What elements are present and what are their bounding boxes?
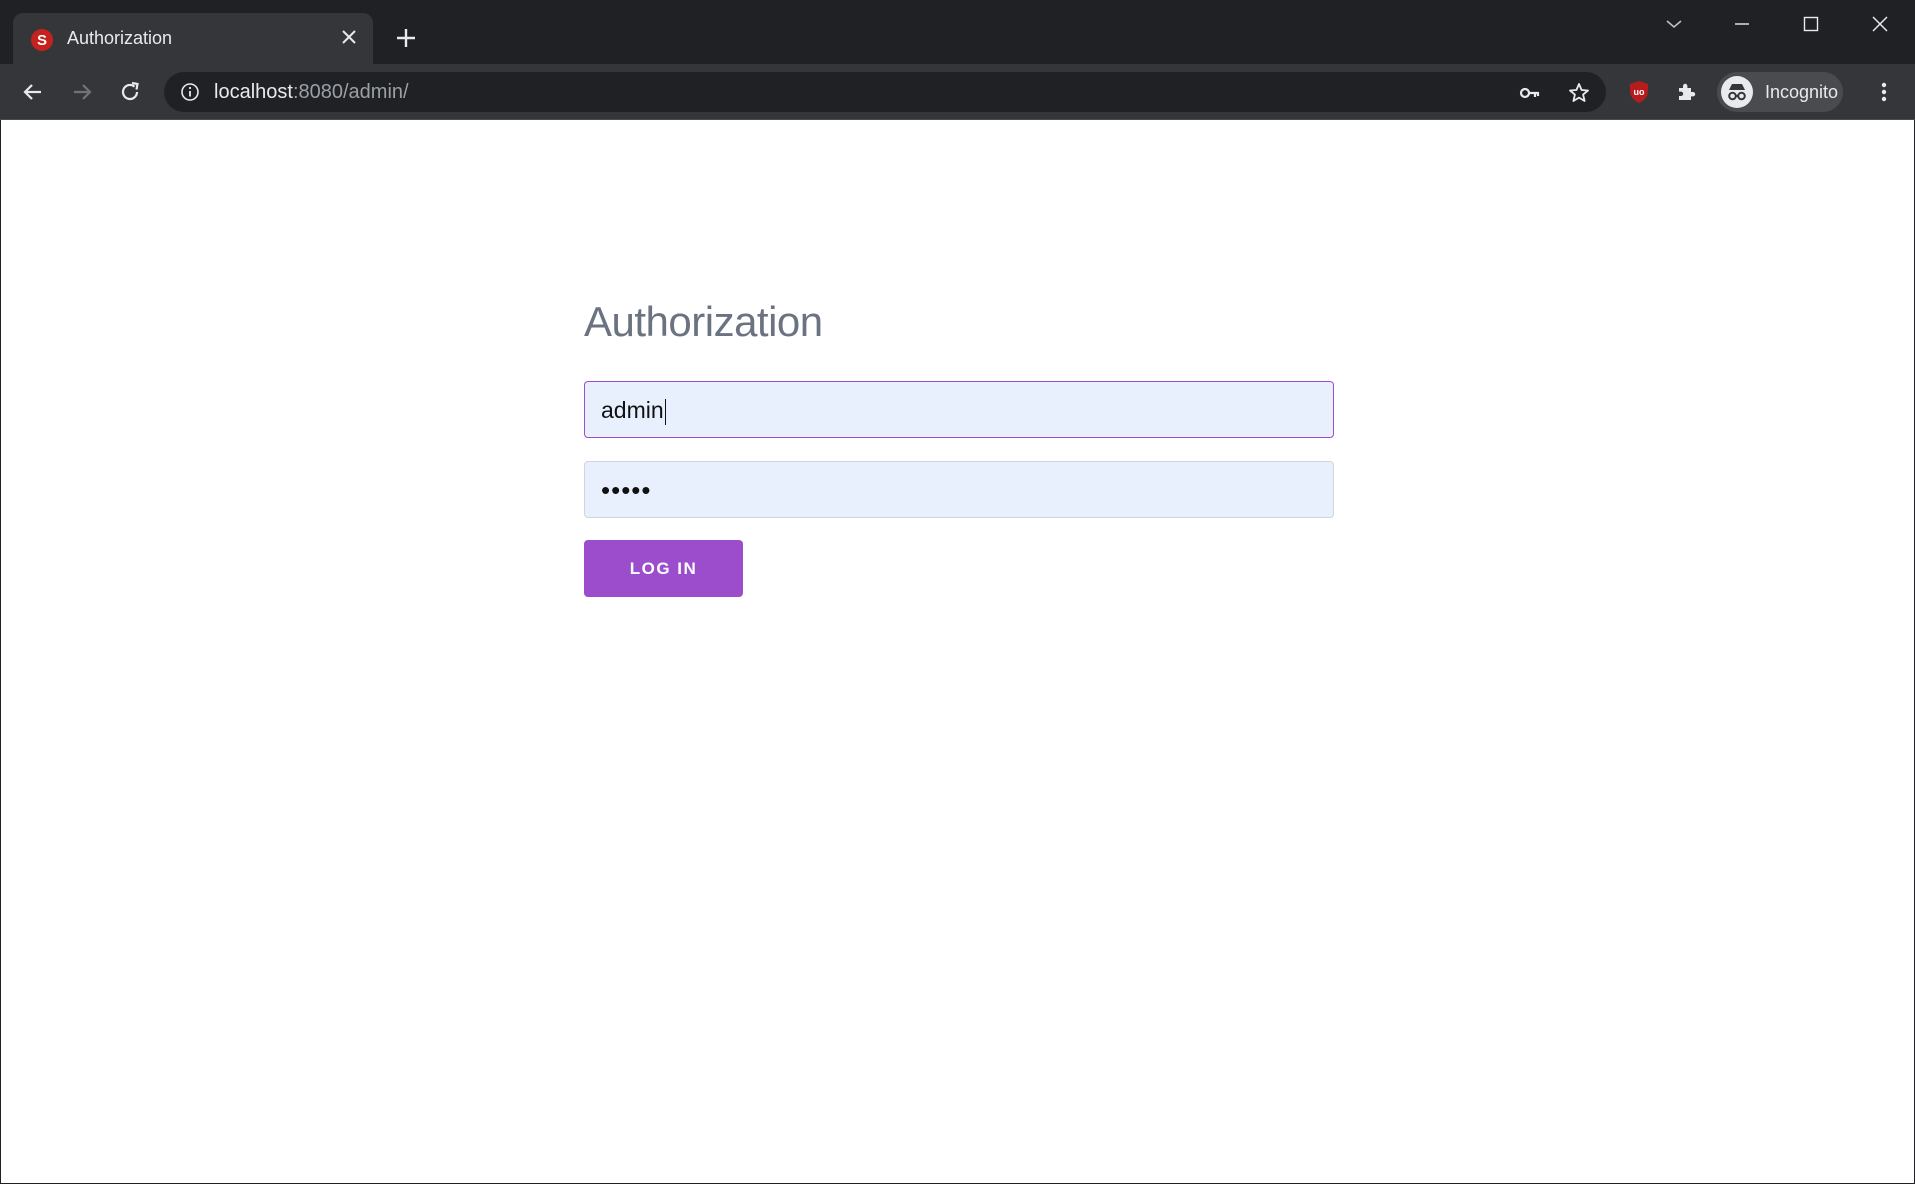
forward-arrow-icon[interactable]: [66, 76, 98, 108]
back-arrow-icon[interactable]: [17, 76, 49, 108]
browser-tab[interactable]: S Authorization: [13, 13, 373, 64]
key-icon[interactable]: [1518, 81, 1542, 105]
username-value: admin: [601, 397, 664, 423]
incognito-profile-button[interactable]: Incognito: [1717, 72, 1843, 112]
ublock-shield-icon[interactable]: uo: [1625, 78, 1653, 106]
reload-icon[interactable]: [114, 76, 146, 108]
address-bar[interactable]: localhost:8080/admin/: [164, 72, 1606, 112]
username-input[interactable]: admin: [584, 381, 1334, 438]
url-path: :8080/admin/: [292, 81, 409, 103]
password-value: •••••: [601, 475, 652, 505]
incognito-icon: [1721, 76, 1753, 108]
login-form: Authorization admin ••••• LOG IN: [584, 296, 1334, 597]
bookmark-star-icon[interactable]: [1567, 81, 1591, 105]
tab-title: Authorization: [67, 28, 173, 48]
close-window-icon[interactable]: [1852, 6, 1908, 42]
close-tab-icon[interactable]: [337, 25, 361, 49]
browser-toolbar: localhost:8080/admin/ uo Incognito: [0, 64, 1915, 120]
url-text: localhost:8080/admin/: [214, 81, 409, 104]
incognito-label: Incognito: [1765, 81, 1839, 102]
page-title: Authorization: [584, 298, 823, 345]
page-content: Authorization admin ••••• LOG IN: [0, 120, 1915, 1184]
text-caret: [664, 398, 667, 425]
new-tab-icon[interactable]: [392, 24, 420, 52]
tab-search-icon[interactable]: [1646, 6, 1702, 42]
browser-menu-icon[interactable]: [1868, 76, 1900, 108]
site-info-icon[interactable]: [180, 82, 200, 102]
url-host: localhost: [214, 81, 293, 103]
extensions-puzzle-icon[interactable]: [1673, 78, 1701, 106]
password-input[interactable]: •••••: [584, 461, 1334, 518]
browser-titlebar: S Authorization: [0, 0, 1915, 64]
maximize-window-icon[interactable]: [1783, 6, 1839, 42]
site-favicon-icon: S: [31, 29, 53, 51]
minimize-window-icon[interactable]: [1714, 6, 1770, 42]
login-button[interactable]: LOG IN: [584, 540, 743, 597]
svg-text:uo: uo: [1634, 87, 1645, 97]
